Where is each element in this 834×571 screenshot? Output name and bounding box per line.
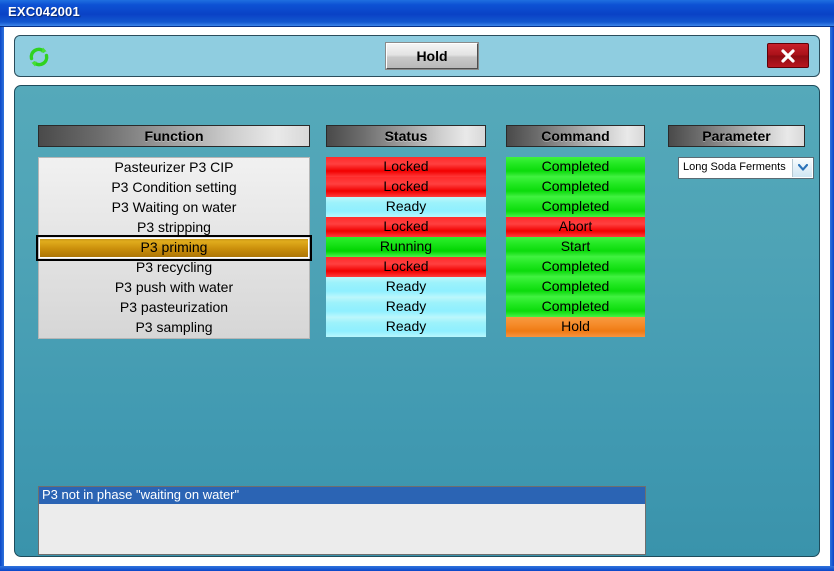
refresh-icon[interactable] — [26, 44, 52, 70]
parameter-selected-value: Long Soda Ferments — [683, 161, 786, 173]
command-cell[interactable]: Hold — [506, 317, 645, 337]
status-cell: Locked — [326, 157, 486, 177]
command-cell[interactable]: Abort — [506, 217, 645, 237]
function-row[interactable]: P3 recycling — [39, 258, 309, 278]
close-icon — [781, 49, 795, 63]
function-row-selected[interactable]: P3 priming — [36, 235, 312, 261]
client-area: Hold Function Status Command Parameter P… — [4, 27, 830, 566]
command-cell[interactable]: Completed — [506, 257, 645, 277]
message-list[interactable]: P3 not in phase "waiting on water" — [38, 486, 646, 555]
command-cell[interactable]: Completed — [506, 297, 645, 317]
function-row[interactable]: P3 Waiting on water — [39, 198, 309, 218]
command-cell[interactable]: Start — [506, 237, 645, 257]
command-cell[interactable]: Completed — [506, 157, 645, 177]
toolbar: Hold — [14, 35, 820, 77]
command-cell[interactable]: Completed — [506, 177, 645, 197]
function-list: Pasteurizer P3 CIP P3 Condition setting P3… — [36, 157, 312, 339]
status-cell: Ready — [326, 297, 486, 317]
application-window: EXC042001 Hold Function Status Command P… — [0, 0, 834, 571]
function-row[interactable]: Pasteurizer P3 CIP — [39, 158, 309, 178]
status-cell: Locked — [326, 177, 486, 197]
status-cell: Locked — [326, 217, 486, 237]
window-title: EXC042001 — [8, 4, 80, 19]
column-header-parameter: Parameter — [668, 125, 805, 147]
function-row[interactable]: P3 Condition setting — [39, 178, 309, 198]
window-frame-bottom — [0, 566, 834, 571]
status-cell: Ready — [326, 317, 486, 337]
command-cell[interactable]: Completed — [506, 277, 645, 297]
window-frame-right — [830, 27, 834, 571]
command-list: Completed Completed Completed Abort Start Com… — [506, 157, 645, 337]
status-cell: Locked — [326, 257, 486, 277]
function-row[interactable]: P3 sampling — [39, 318, 309, 338]
command-cell[interactable]: Completed — [506, 197, 645, 217]
status-cell: Running — [326, 237, 486, 257]
status-list: Locked Locked Ready Locked Running Locked Read… — [326, 157, 486, 337]
column-header-status: Status — [326, 125, 486, 147]
main-panel: Function Status Command Parameter Pasteu… — [14, 85, 820, 557]
parameter-dropdown[interactable]: Long Soda Ferments — [678, 157, 814, 179]
function-row[interactable]: P3 push with water — [39, 278, 309, 298]
title-bar: EXC042001 — [0, 0, 834, 27]
status-cell: Ready — [326, 197, 486, 217]
message-row[interactable]: P3 not in phase "waiting on water" — [39, 487, 645, 504]
column-header-function: Function — [38, 125, 310, 147]
function-row[interactable]: P3 stripping — [39, 218, 309, 238]
status-cell: Ready — [326, 277, 486, 297]
chevron-down-icon[interactable] — [792, 159, 812, 177]
hold-button[interactable]: Hold — [385, 42, 479, 70]
close-button[interactable] — [767, 43, 809, 68]
function-row[interactable]: P3 pasteurization — [39, 298, 309, 318]
column-header-command: Command — [506, 125, 645, 147]
